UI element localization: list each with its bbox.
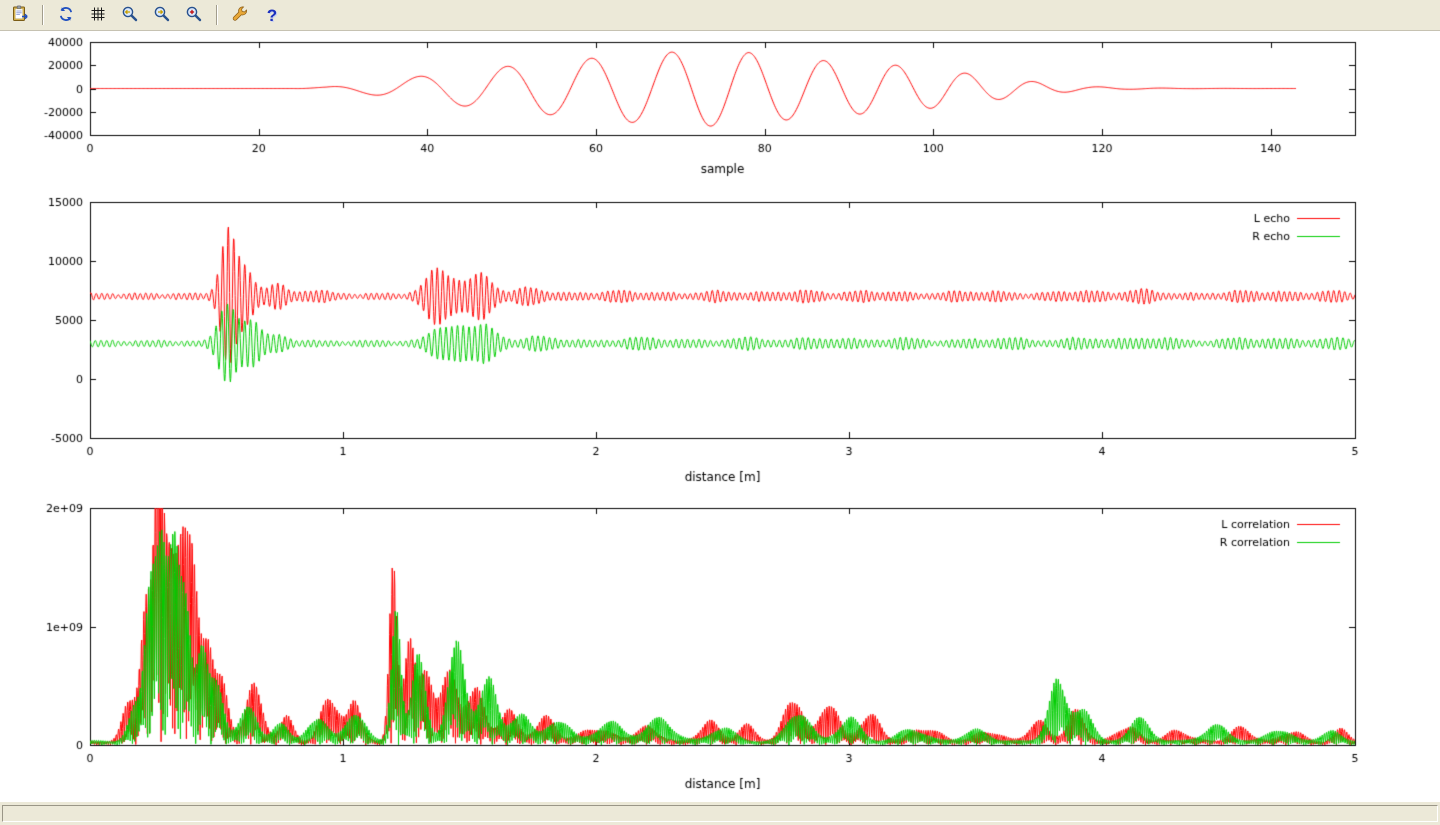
help-icon: ? (267, 7, 277, 24)
zoom-previous-button[interactable] (117, 2, 143, 28)
zoom-next-button[interactable] (149, 2, 175, 28)
replot-icon (57, 5, 75, 26)
toolbar-separator (42, 5, 44, 25)
toggle-grid-button[interactable] (85, 2, 111, 28)
zoom-previous-icon (121, 5, 139, 26)
replot-button[interactable] (53, 2, 79, 28)
status-text (2, 805, 1438, 822)
zoom-next-icon (153, 5, 171, 26)
plot-area (0, 31, 1440, 801)
echo-chart[interactable] (0, 190, 1440, 496)
copy-to-clipboard-button[interactable] (7, 2, 33, 28)
correlation-chart[interactable] (0, 496, 1440, 797)
toolbar-separator (216, 5, 218, 25)
help-button[interactable]: ? (259, 2, 285, 28)
toolbar: ? (0, 0, 1440, 31)
autoscale-icon (185, 5, 203, 26)
status-bar (0, 801, 1440, 825)
toggle-grid-icon (89, 5, 107, 26)
configure-icon (231, 5, 249, 26)
configure-button[interactable] (227, 2, 253, 28)
autoscale-button[interactable] (181, 2, 207, 28)
gnuplot-window: ? (0, 0, 1440, 825)
pulse-waveform-chart[interactable] (0, 31, 1440, 190)
copy-to-clipboard-icon (11, 5, 30, 26)
